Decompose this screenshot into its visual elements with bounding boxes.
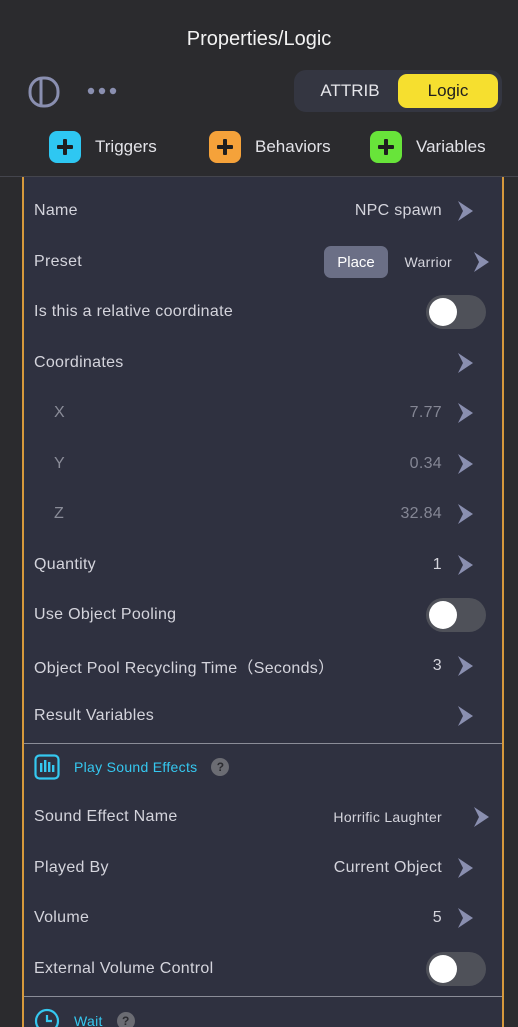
help-icon[interactable]: ?	[116, 1012, 135, 1027]
volume-value: 5	[432, 909, 442, 926]
preset-label: Preset	[34, 253, 83, 270]
more-icon[interactable]	[86, 84, 118, 98]
tab-logic[interactable]: Logic	[398, 74, 498, 108]
recycling-time-label: Object Pool Recycling Time（Seconds）	[34, 660, 335, 677]
z-row[interactable]: Z 32.84	[34, 494, 492, 534]
coordinates-label: Coordinates	[34, 354, 124, 371]
add-variables-label: Variables	[416, 137, 486, 156]
section-divider	[24, 996, 502, 997]
wait-title: Wait	[74, 1013, 103, 1027]
name-value: NPC spawn	[354, 202, 442, 219]
chevron-right-icon[interactable]	[456, 655, 474, 677]
played-by-label: Played By	[34, 859, 109, 876]
preset-row: Preset Place Warrior	[34, 242, 492, 282]
chevron-right-icon[interactable]	[456, 857, 474, 879]
section-divider	[24, 743, 502, 744]
sound-effect-name-value: Horrific Laughter	[333, 809, 442, 825]
volume-label: Volume	[34, 909, 90, 926]
object-pooling-label: Use Object Pooling	[34, 606, 177, 623]
external-volume-label: External Volume Control	[34, 960, 214, 977]
result-variables-row[interactable]: Result Variables	[34, 696, 492, 736]
played-by-value: Current Object	[333, 859, 442, 876]
plus-icon	[209, 131, 241, 163]
z-label: Z	[54, 505, 65, 522]
wait-section-header[interactable]: Wait ?	[34, 1003, 492, 1027]
chevron-right-icon[interactable]	[456, 705, 474, 727]
coordinates-row[interactable]: Coordinates	[34, 343, 492, 383]
sound-wave-icon	[34, 754, 60, 780]
tab-attrib[interactable]: ATTRIB	[302, 72, 398, 110]
add-behaviors-button[interactable]: Behaviors	[209, 130, 331, 164]
object-pooling-row: Use Object Pooling	[34, 595, 492, 635]
chevron-right-icon[interactable]	[456, 907, 474, 929]
volume-row[interactable]: Volume 5	[34, 898, 492, 938]
chevron-right-icon[interactable]	[456, 453, 474, 475]
add-triggers-label: Triggers	[95, 137, 157, 156]
panel-toggle-icon[interactable]	[28, 76, 60, 108]
chevron-right-icon[interactable]	[456, 402, 474, 424]
played-by-row[interactable]: Played By Current Object	[34, 848, 492, 888]
place-button[interactable]: Place	[324, 246, 388, 278]
name-label: Name	[34, 202, 78, 219]
z-value: 32.84	[400, 505, 442, 522]
add-variables-button[interactable]: Variables	[370, 130, 486, 164]
sound-effect-name-row[interactable]: Sound Effect Name Horrific Laughter	[34, 797, 492, 837]
chevron-right-icon[interactable]	[472, 251, 490, 273]
relative-coordinate-row: Is this a relative coordinate	[34, 292, 492, 332]
recycling-time-value: 3	[432, 657, 442, 674]
plus-icon	[49, 131, 81, 163]
x-row[interactable]: X 7.77	[34, 393, 492, 433]
relative-coordinate-label: Is this a relative coordinate	[34, 303, 234, 320]
add-triggers-button[interactable]: Triggers	[49, 130, 157, 164]
recycling-time-row[interactable]: Object Pool Recycling Time（Seconds） 3	[34, 646, 492, 686]
chevron-right-icon[interactable]	[456, 503, 474, 525]
object-pooling-toggle[interactable]	[426, 598, 486, 632]
chevron-right-icon[interactable]	[456, 554, 474, 576]
preset-value: Warrior	[404, 254, 452, 270]
result-variables-label: Result Variables	[34, 707, 155, 724]
external-volume-row: External Volume Control	[34, 949, 492, 989]
clock-icon	[34, 1008, 60, 1027]
sound-effect-name-label: Sound Effect Name	[34, 808, 178, 825]
x-value: 7.77	[409, 404, 442, 421]
chevron-right-icon[interactable]	[456, 352, 474, 374]
external-volume-toggle[interactable]	[426, 952, 486, 986]
x-label: X	[54, 404, 65, 421]
add-behaviors-label: Behaviors	[255, 137, 331, 156]
relative-coordinate-toggle[interactable]	[426, 295, 486, 329]
plus-icon	[370, 131, 402, 163]
chevron-right-icon[interactable]	[456, 200, 474, 222]
y-value: 0.34	[409, 455, 442, 472]
chevron-right-icon[interactable]	[472, 806, 490, 828]
name-row[interactable]: Name NPC spawn	[34, 191, 492, 231]
play-sound-section-header[interactable]: Play Sound Effects ?	[34, 749, 492, 785]
mode-switch: ATTRIB Logic	[294, 70, 502, 112]
y-row[interactable]: Y 0.34	[34, 444, 492, 484]
play-sound-title: Play Sound Effects	[74, 759, 198, 775]
page-title: Properties/Logic	[186, 28, 332, 50]
quantity-label: Quantity	[34, 556, 96, 573]
help-icon[interactable]: ?	[211, 758, 230, 776]
y-label: Y	[54, 455, 65, 472]
quantity-value: 1	[432, 556, 442, 573]
logic-card: Name NPC spawn Preset Place Warrior Is t…	[22, 177, 504, 1027]
quantity-row[interactable]: Quantity 1	[34, 545, 492, 585]
